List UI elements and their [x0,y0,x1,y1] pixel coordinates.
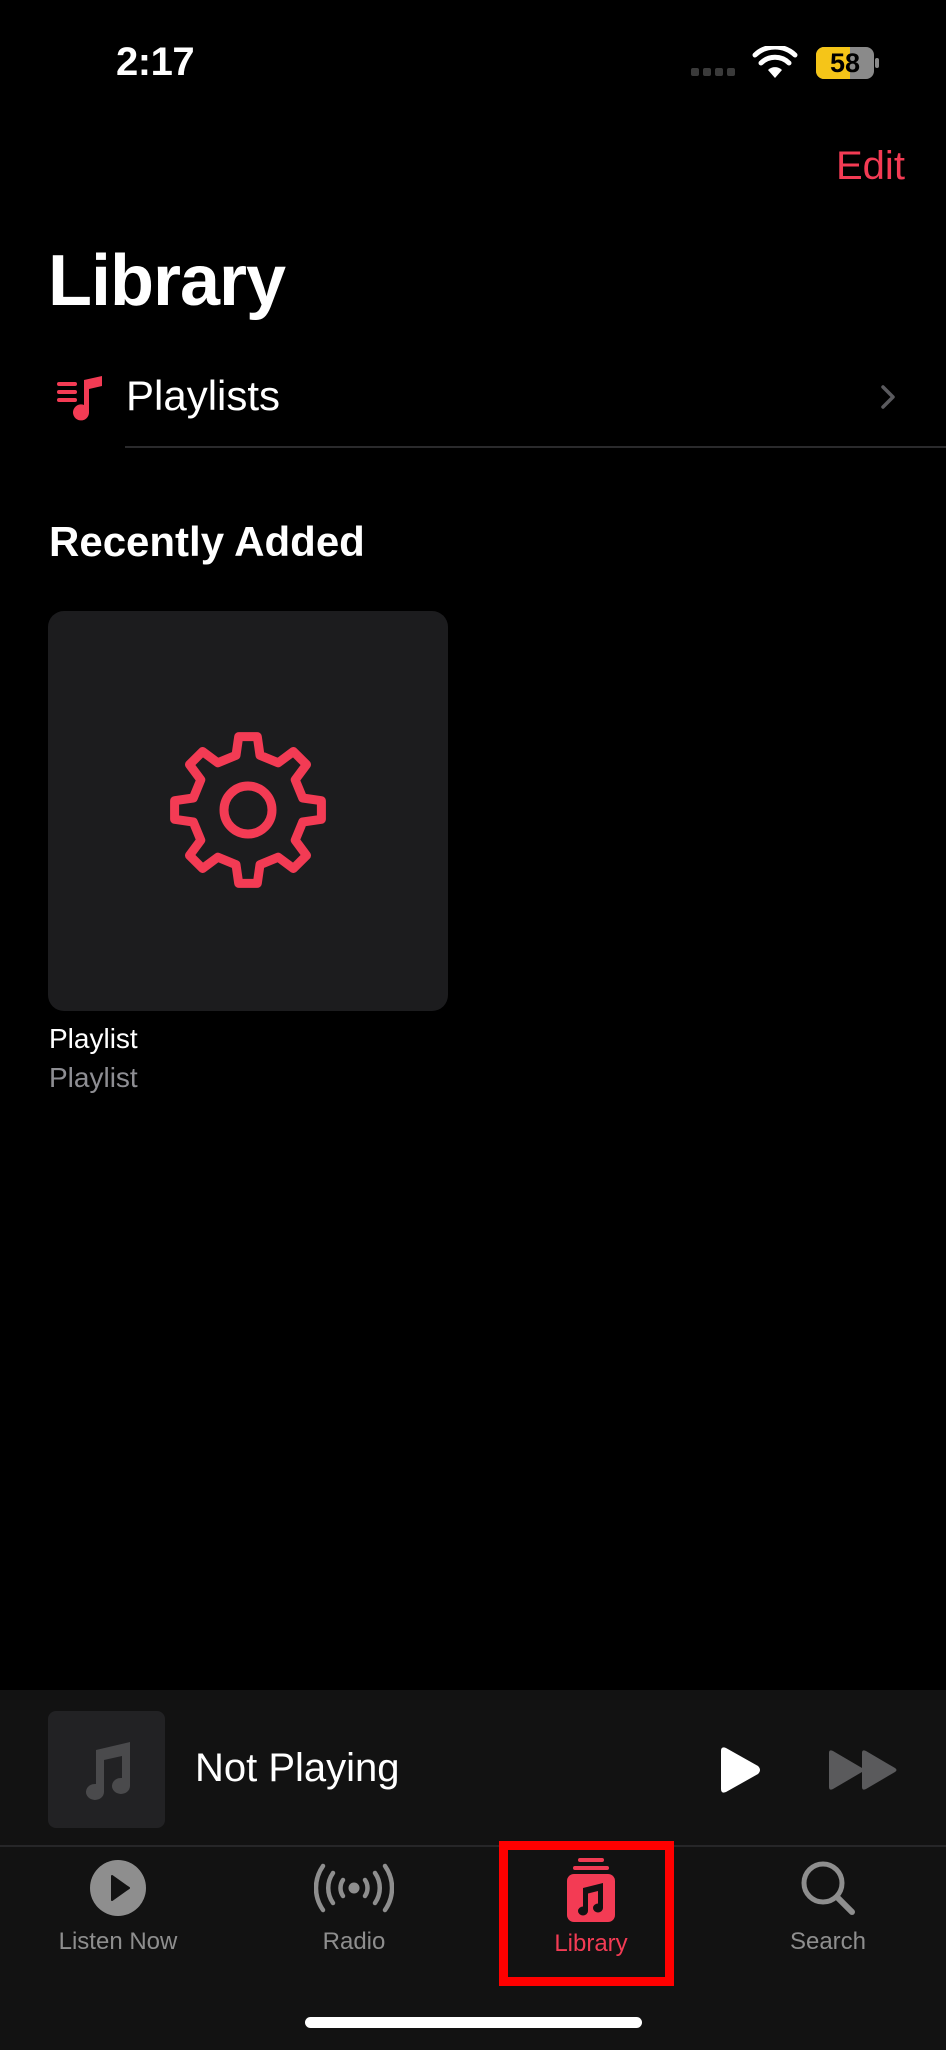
tab-search[interactable]: Search [728,1858,928,1978]
radio-icon [314,1863,394,1913]
recently-added-item-subtitle: Playlist [49,1062,138,1093]
tab-radio[interactable]: Radio [254,1858,454,1978]
chevron-right-icon [881,385,895,409]
play-icon[interactable] [715,1745,763,1795]
recently-added-item-title[interactable]: Playlist [49,1023,138,1055]
playlists-label: Playlists [126,372,281,419]
playlist-icon [57,376,102,421]
gear-outline [170,732,326,888]
fast-forward-icon[interactable] [826,1749,900,1791]
status-time: 2:17 [116,40,195,84]
gear-icon [170,732,326,888]
search-icon [801,1861,855,1915]
battery-indicator: 58 [816,46,880,80]
listen-now-icon [90,1860,146,1916]
library-tab-highlight-box [499,1841,674,1986]
music-note-icon [86,1742,130,1800]
battery-level: 58 [829,48,861,78]
tab-label: Listen Now [58,1928,178,1955]
home-indicator[interactable] [305,2017,642,2028]
tab-label: Radio [322,1928,386,1955]
tab-listen-now[interactable]: Listen Now [18,1858,218,1978]
row-divider [125,446,946,448]
cellular-signal-icon [691,68,735,76]
now-playing-status: Not Playing [195,1746,400,1790]
page-title: Library [48,241,286,321]
tab-label: Search [789,1928,867,1955]
wifi-icon [752,46,798,78]
edit-button[interactable]: Edit [836,144,905,189]
recently-added-heading: Recently Added [49,518,365,565]
